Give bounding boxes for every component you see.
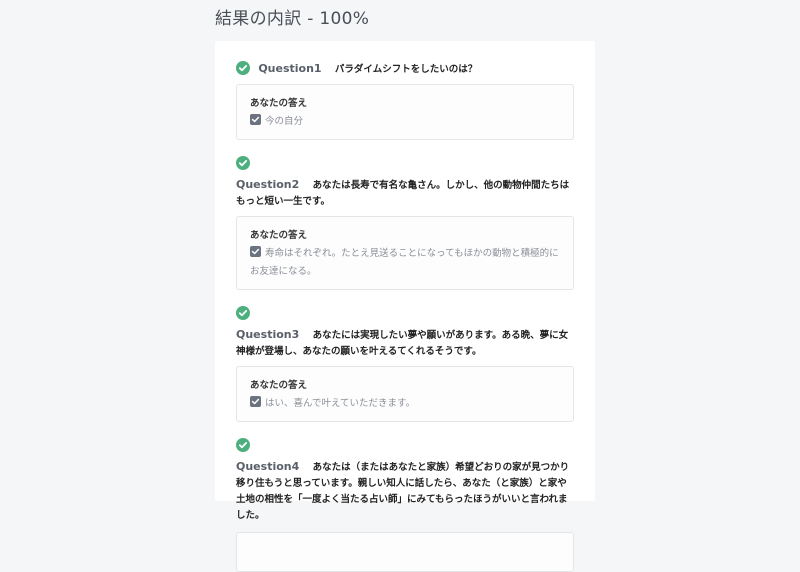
- question-3: Question3 あなたには実現したい夢や願いがあります。ある晩、夢に女神様が…: [236, 302, 574, 422]
- question-4: Question4 あなたは（またはあなたと家族）希望どおりの家が見つかり移り住…: [236, 434, 574, 572]
- answer-box: [236, 532, 574, 572]
- question-header: Question1 パラダイムシフトをしたいのは？: [236, 61, 574, 78]
- answer-text: 寿命はそれぞれ。たとえ見送ることになってもほかの動物と積極的にお友達になる。: [250, 245, 560, 281]
- checkbox-checked-icon: [250, 396, 261, 407]
- answer-heading: あなたの答え: [250, 380, 308, 391]
- question-header: Question4 あなたは（またはあなたと家族）希望どおりの家が見つかり移り住…: [236, 459, 574, 524]
- answer-text: はい、喜んで叶えていただきます。: [250, 395, 560, 413]
- check-circle-icon: [236, 438, 250, 452]
- answer-value: 寿命はそれぞれ。たとえ見送ることになってもほかの動物と積極的にお友達になる。: [250, 248, 559, 277]
- results-card: Question1 パラダイムシフトをしたいのは？ あなたの答え 今の自分 Qu…: [215, 41, 595, 572]
- answer-box: あなたの答え 寿命はそれぞれ。たとえ見送ることになってもほかの動物と積極的にお友…: [236, 216, 574, 290]
- check-circle-icon: [236, 61, 250, 75]
- question-header: Question3 あなたには実現したい夢や願いがあります。ある晩、夢に女神様が…: [236, 327, 574, 360]
- answer-box: あなたの答え 今の自分: [236, 84, 574, 140]
- answer-heading: あなたの答え: [250, 230, 308, 241]
- question-text: パラダイムシフトをしたいのは？: [334, 64, 478, 75]
- question-2: Question2 あなたは長寿で有名な亀さん。しかし、他の動物仲間たちはもっと…: [236, 152, 574, 290]
- check-circle-icon: [236, 306, 250, 320]
- page-title: 結果の内訳 - 100%: [215, 9, 370, 29]
- check-circle-icon: [236, 156, 250, 170]
- answer-heading: あなたの答え: [250, 98, 308, 109]
- question-label: Question3: [236, 328, 300, 341]
- question-label: Question4: [236, 460, 300, 473]
- answer-box: あなたの答え はい、喜んで叶えていただきます。: [236, 366, 574, 422]
- question-1: Question1 パラダイムシフトをしたいのは？ あなたの答え 今の自分: [236, 61, 574, 140]
- question-header: Question2 あなたは長寿で有名な亀さん。しかし、他の動物仲間たちはもっと…: [236, 177, 574, 210]
- question-label: Question1: [258, 62, 322, 75]
- checkbox-checked-icon: [250, 114, 261, 125]
- question-label: Question2: [236, 178, 300, 191]
- checkbox-checked-icon: [250, 246, 261, 257]
- answer-value: 今の自分: [265, 116, 304, 127]
- answer-text: 今の自分: [250, 113, 560, 131]
- answer-value: はい、喜んで叶えていただきます。: [265, 398, 416, 409]
